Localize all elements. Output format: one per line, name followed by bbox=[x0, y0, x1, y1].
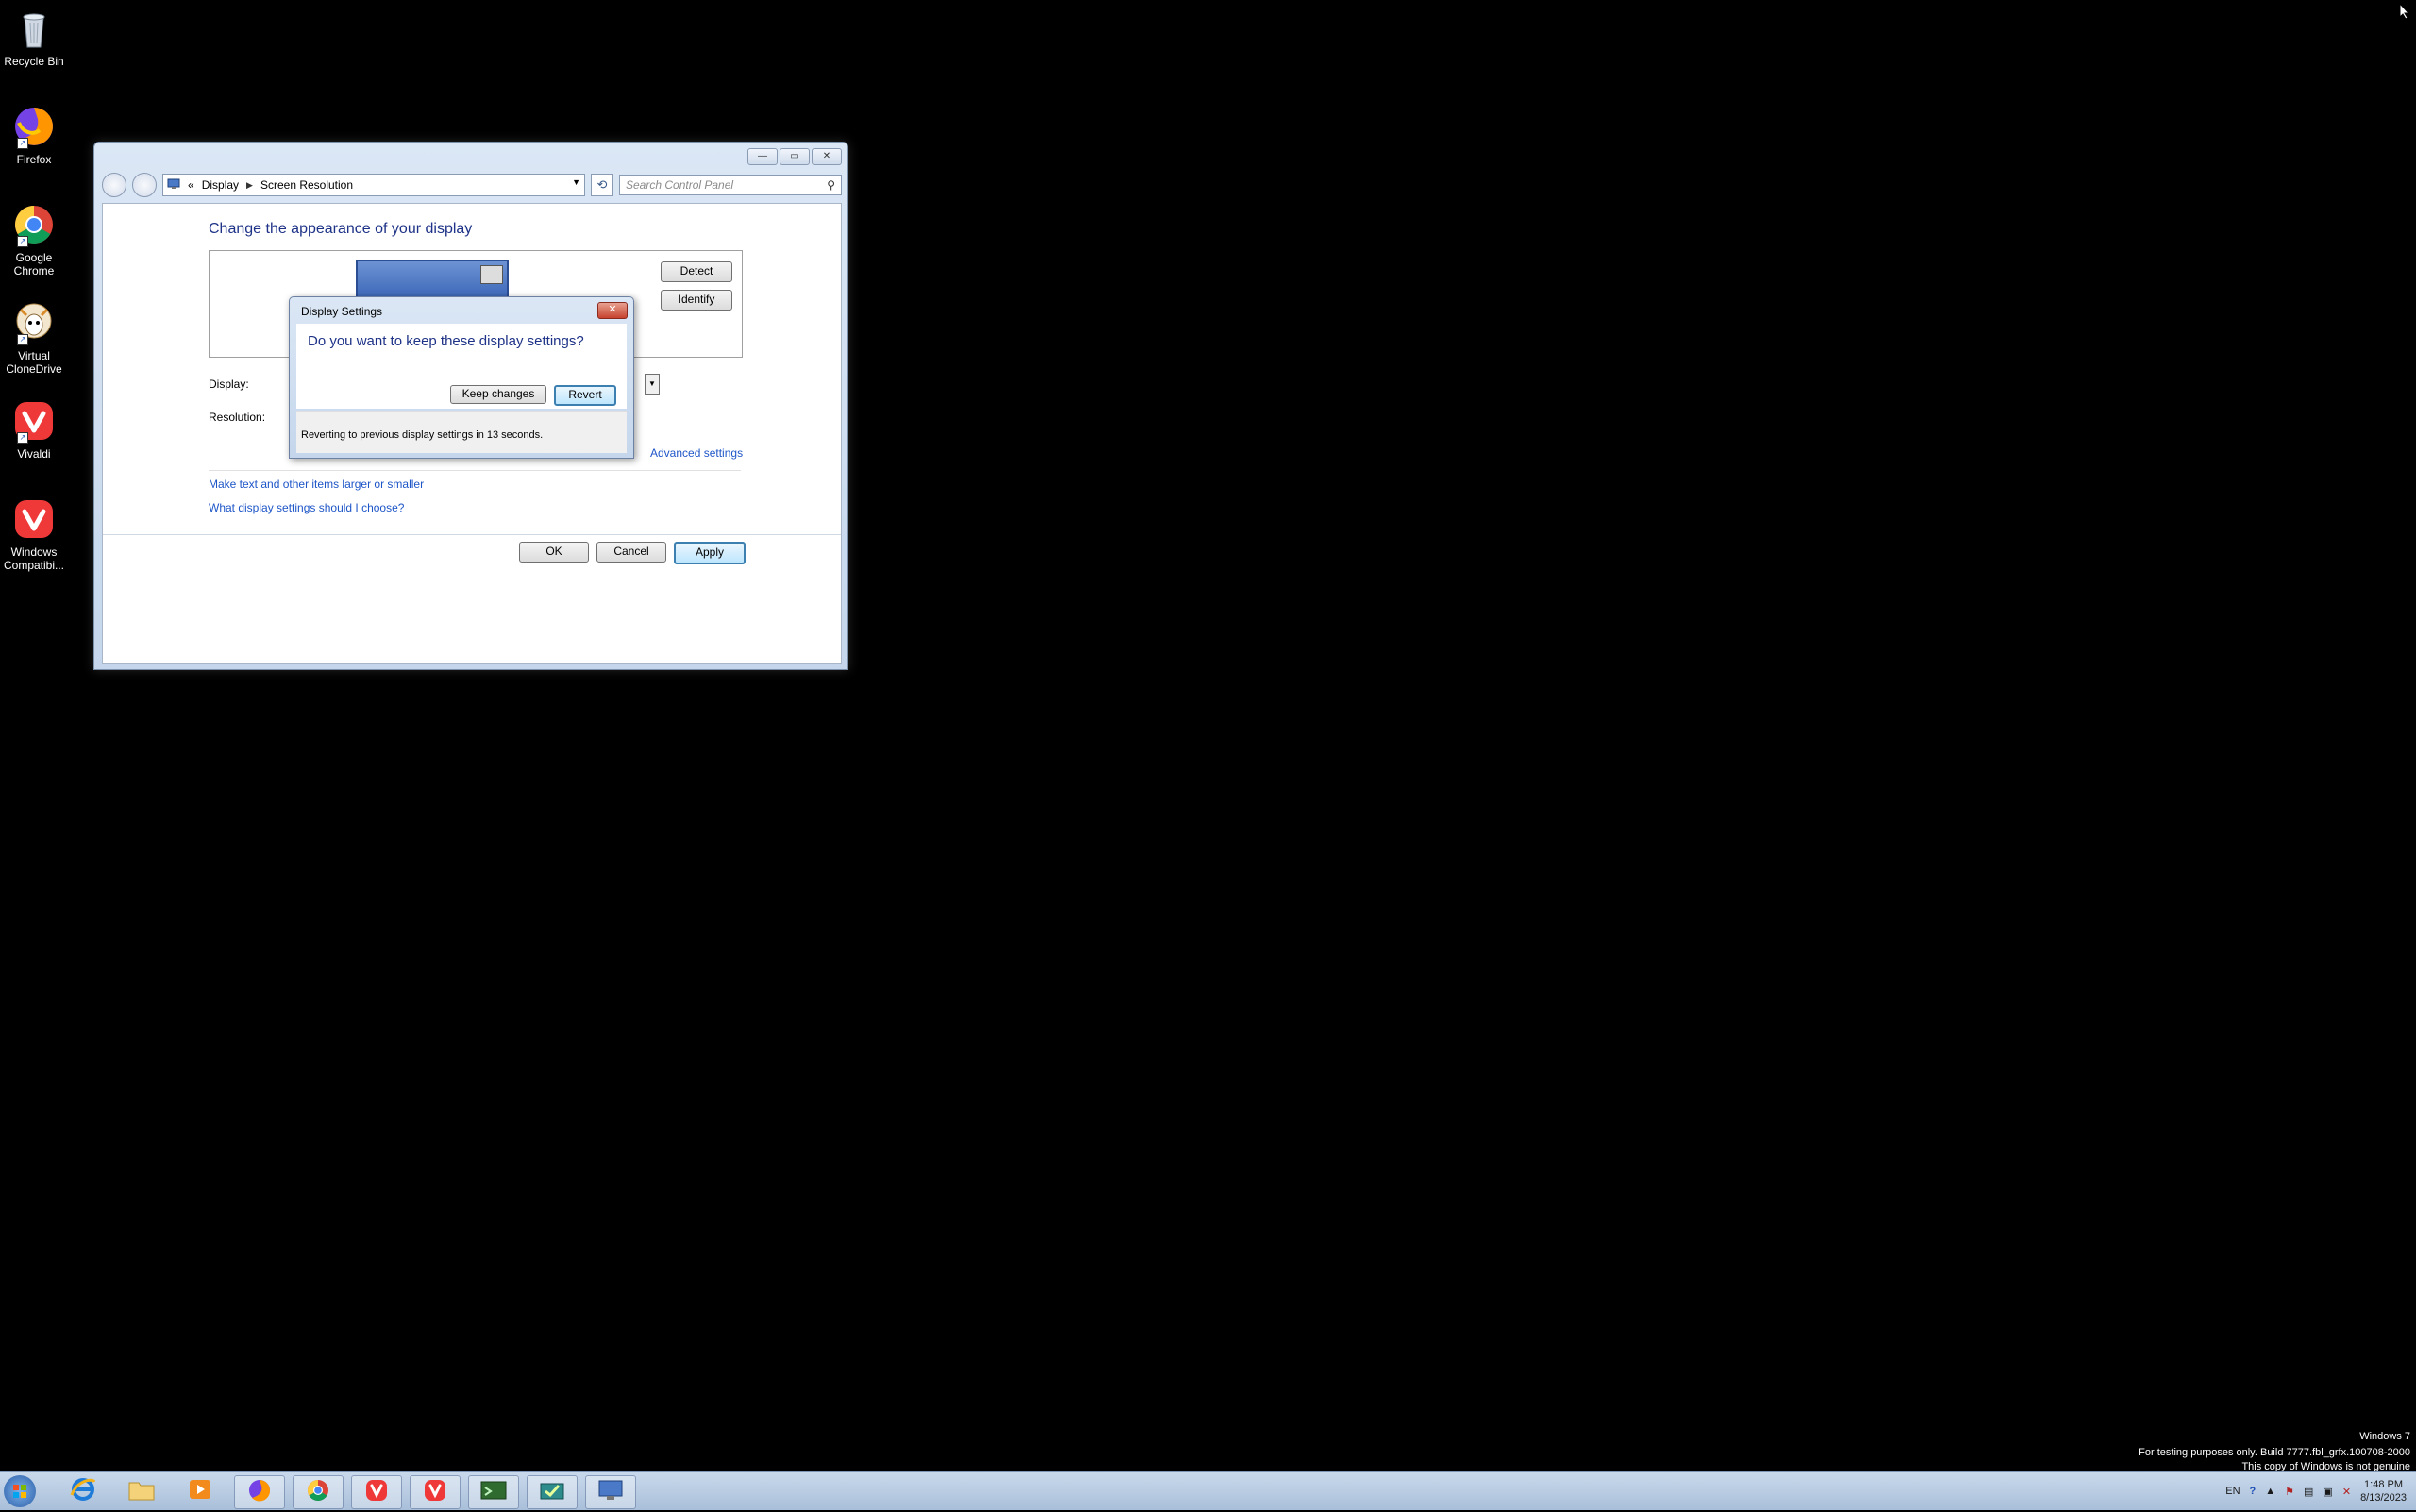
taskbar-internet-explorer[interactable] bbox=[59, 1475, 108, 1507]
resolution-label: Resolution: bbox=[209, 411, 266, 424]
action-center-flag-icon[interactable]: ⚑ bbox=[2285, 1486, 2294, 1498]
taskbar-explorer[interactable] bbox=[117, 1475, 166, 1507]
control-panel-icon bbox=[167, 178, 180, 193]
start-button[interactable] bbox=[4, 1475, 36, 1507]
taskbar-media-player[interactable] bbox=[176, 1475, 225, 1507]
clonedrive-sheep-icon: ↗ bbox=[11, 300, 57, 345]
navigation-bar: « Display ▶ Screen Resolution ▼ ⟲ Search… bbox=[102, 173, 842, 197]
system-tray: EN ? ▲ ⚑ ▤ ▣ ✕ 1:48 PM 8/13/2023 bbox=[2225, 1476, 2407, 1506]
vivaldi-icon bbox=[11, 496, 57, 542]
desktop-icon-chrome[interactable]: ↗ Google Chrome bbox=[2, 202, 66, 277]
display-label: Display: bbox=[209, 378, 249, 391]
revert-countdown: Reverting to previous display settings i… bbox=[301, 429, 544, 441]
language-indicator[interactable]: EN bbox=[2225, 1486, 2240, 1497]
search-icon[interactable]: ⚲ bbox=[827, 178, 835, 192]
control-panel-icon bbox=[596, 1478, 625, 1507]
desktop-icon-label: Firefox bbox=[16, 153, 52, 166]
desktop-icon-virtual-clonedrive[interactable]: ↗ Virtual CloneDrive bbox=[2, 300, 66, 376]
taskbar-chrome[interactable] bbox=[293, 1475, 344, 1509]
taskbar: EN ? ▲ ⚑ ▤ ▣ ✕ 1:48 PM 8/13/2023 bbox=[0, 1471, 2416, 1510]
keep-changes-button[interactable]: Keep changes bbox=[450, 385, 546, 404]
desktop-icon-firefox[interactable]: ↗ Firefox bbox=[2, 104, 66, 166]
display-dropdown-arrow[interactable]: ▼ bbox=[645, 374, 660, 395]
search-placeholder: Search Control Panel bbox=[626, 178, 734, 192]
desktop-icon-label: Vivaldi bbox=[17, 447, 51, 461]
mini-monitor-icon bbox=[480, 265, 503, 284]
chrome-icon: ↗ bbox=[11, 202, 57, 247]
display-settings-dialog: Display Settings ✕ Do you want to keep t… bbox=[289, 296, 634, 459]
vivaldi-icon bbox=[363, 1477, 390, 1508]
taskbar-app-teal[interactable] bbox=[527, 1475, 578, 1509]
breadcrumb-separator-icon[interactable]: ▶ bbox=[246, 180, 253, 191]
desktop-icon-recycle-bin[interactable]: Recycle Bin bbox=[2, 6, 66, 68]
console-app-icon bbox=[479, 1478, 508, 1507]
ok-button[interactable]: OK bbox=[519, 542, 589, 563]
firefox-icon: ↗ bbox=[11, 104, 57, 149]
identify-button[interactable]: Identify bbox=[661, 290, 732, 311]
clock-time: 1:48 PM bbox=[2364, 1479, 2404, 1490]
refresh-icon[interactable]: ⟲ bbox=[591, 174, 613, 196]
folder-icon bbox=[127, 1477, 156, 1506]
revert-button[interactable]: Revert bbox=[554, 385, 616, 406]
breadcrumb-display[interactable]: Display bbox=[202, 178, 239, 192]
taskbar-vivaldi[interactable] bbox=[351, 1475, 402, 1509]
text-size-link[interactable]: Make text and other items larger or smal… bbox=[209, 478, 424, 491]
chevron-down-icon[interactable]: ▼ bbox=[572, 177, 580, 187]
page-title: Change the appearance of your display bbox=[209, 221, 473, 237]
advanced-settings-link[interactable]: Advanced settings bbox=[650, 446, 743, 460]
clock[interactable]: 1:48 PM 8/13/2023 bbox=[2360, 1478, 2407, 1504]
breadcrumb-root[interactable]: « bbox=[188, 178, 194, 192]
shortcut-arrow-icon: ↗ bbox=[17, 138, 28, 149]
maximize-button[interactable]: ▭ bbox=[780, 148, 810, 165]
show-hidden-icons-icon[interactable]: ▲ bbox=[2265, 1486, 2275, 1497]
install-app-icon bbox=[538, 1478, 566, 1507]
media-player-icon bbox=[187, 1476, 213, 1507]
desktop-icon-label: Recycle Bin bbox=[4, 55, 64, 68]
cancel-button[interactable]: Cancel bbox=[596, 542, 666, 563]
firefox-icon bbox=[246, 1477, 273, 1508]
taskbar-vivaldi-2[interactable] bbox=[410, 1475, 461, 1509]
shortcut-arrow-icon: ↗ bbox=[17, 334, 28, 345]
chrome-icon bbox=[305, 1477, 331, 1508]
display-help-link[interactable]: What display settings should I choose? bbox=[209, 501, 404, 514]
minimize-button[interactable]: — bbox=[747, 148, 778, 165]
desktop-icon-vivaldi[interactable]: ↗ Vivaldi bbox=[2, 398, 66, 461]
volume-muted-icon[interactable]: ✕ bbox=[2342, 1486, 2351, 1498]
internet-explorer-icon bbox=[70, 1476, 96, 1507]
divider bbox=[103, 534, 841, 535]
detect-button[interactable]: Detect bbox=[661, 261, 732, 282]
divider bbox=[209, 470, 741, 471]
shortcut-arrow-icon: ↗ bbox=[17, 432, 28, 444]
desktop-icon-label: Windows Compatibi... bbox=[3, 546, 65, 572]
mouse-cursor-icon bbox=[2399, 2, 2410, 25]
close-button[interactable]: ✕ bbox=[812, 148, 842, 165]
dialog-title: Display Settings bbox=[301, 305, 383, 318]
breadcrumb-screen-resolution[interactable]: Screen Resolution bbox=[260, 178, 353, 192]
taskbar-firefox[interactable] bbox=[234, 1475, 285, 1509]
desktop-icon-label: Google Chrome bbox=[13, 251, 55, 277]
vivaldi-icon bbox=[422, 1477, 448, 1508]
monitor-tray-icon[interactable]: ▣ bbox=[2323, 1486, 2332, 1498]
taskbar-app-green[interactable] bbox=[468, 1475, 519, 1509]
shortcut-arrow-icon: ↗ bbox=[17, 236, 28, 247]
watermark-os: Windows 7 bbox=[2359, 1431, 2410, 1442]
address-bar[interactable]: « Display ▶ Screen Resolution ▼ bbox=[162, 174, 585, 196]
desktop-icon-windows-compatibility[interactable]: Windows Compatibi... bbox=[2, 496, 66, 572]
dialog-question: Do you want to keep these display settin… bbox=[308, 333, 584, 349]
clock-date: 8/13/2023 bbox=[2360, 1492, 2407, 1504]
forward-button[interactable] bbox=[132, 173, 157, 197]
dialog-close-button[interactable]: ✕ bbox=[597, 302, 628, 319]
help-icon[interactable]: ? bbox=[2250, 1486, 2257, 1497]
apply-button[interactable]: Apply bbox=[674, 542, 746, 564]
search-input[interactable]: Search Control Panel ⚲ bbox=[619, 175, 842, 195]
taskbar-control-panel[interactable] bbox=[585, 1475, 636, 1509]
desktop-icon-label: Virtual CloneDrive bbox=[6, 349, 62, 376]
back-button[interactable] bbox=[102, 173, 126, 197]
watermark-build: For testing purposes only. Build 7777.fb… bbox=[2139, 1447, 2410, 1458]
vivaldi-icon: ↗ bbox=[11, 398, 57, 444]
network-icon[interactable]: ▤ bbox=[2304, 1486, 2313, 1498]
window-controls: — ▭ ✕ bbox=[747, 148, 842, 165]
recycle-bin-icon bbox=[11, 6, 57, 51]
